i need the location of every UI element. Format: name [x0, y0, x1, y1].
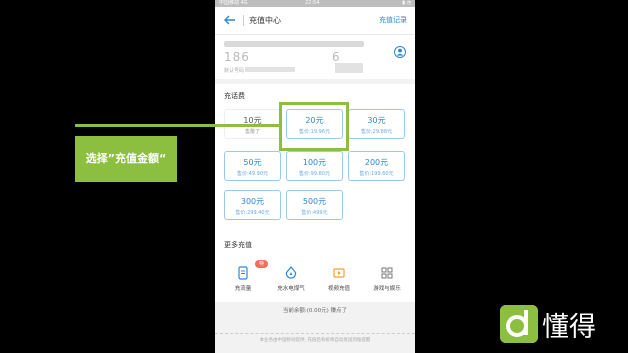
recharge-record-link[interactable]: 充值记录 — [379, 15, 407, 25]
status-bar: 中国移动 4G 22:54 ▮ ◔ — [215, 0, 415, 7]
back-arrow-icon[interactable] — [224, 15, 236, 25]
clock-label: 22:54 — [305, 0, 320, 6]
blurred-text — [245, 67, 295, 72]
option-amount: 200元 — [364, 158, 389, 167]
option-price: 售价:99.80元 — [299, 171, 330, 177]
blurred-text — [224, 41, 364, 47]
amount-option-200[interactable]: 200元 售价:199.60元 — [348, 151, 405, 181]
option-price: 售价:49.90元 — [237, 171, 268, 177]
amount-option-500[interactable]: 500元 售价:499元 — [286, 190, 343, 220]
service-label: 视频充值 — [327, 286, 350, 292]
section-title: 更多充值 — [224, 241, 252, 249]
more-recharge-section: 更多充值 特惠 充流量 充水电煤气 视频充值 游戏与娱乐 — [215, 236, 415, 302]
option-price: 售价:499元 — [301, 210, 328, 216]
amount-option-300[interactable]: 300元 售价:299.40元 — [224, 190, 281, 220]
amount-option-100[interactable]: 100元 售价:99.80元 — [286, 151, 343, 181]
service-utilities[interactable]: 充水电煤气 — [266, 266, 316, 296]
footer-note: 本业务由中国移动提供, 充值后系统将自动发送到账提醒 — [215, 333, 415, 353]
balance-text: 当前余额:(0.00元) 赚点了 — [282, 308, 348, 314]
water-drop-icon — [285, 266, 297, 279]
amount-option-50[interactable]: 50元 售价:49.90元 — [224, 151, 281, 181]
option-amount: 500元 — [302, 197, 327, 206]
contact-icon[interactable] — [394, 46, 406, 58]
option-amount: 300元 — [240, 197, 265, 206]
service-data-plan[interactable]: 特惠 充流量 — [218, 260, 268, 296]
phone-screen: 中国移动 4G 22:54 ▮ ◔ 充值中心 充值记录 186 6 默认号码 充… — [215, 0, 415, 353]
phone-number-input[interactable]: 186 — [224, 50, 250, 64]
service-video[interactable]: 视频充值 — [314, 266, 364, 296]
option-amount: 100元 — [302, 158, 327, 167]
option-price: 售价:29.88元 — [361, 129, 392, 135]
highlight-box — [279, 102, 349, 151]
option-amount: 30元 — [367, 116, 386, 125]
instruction-callout: 选择”充值金额“ — [75, 136, 177, 182]
brand-watermark: 懂得 — [500, 303, 620, 343]
callout-line — [75, 124, 280, 127]
option-price: 售罄了 — [244, 129, 260, 135]
service-label: 游戏与娱乐 — [373, 286, 401, 292]
account-panel: 186 6 默认号码 — [215, 35, 415, 79]
grid-icon — [381, 267, 393, 279]
option-price: 售价:199.60元 — [359, 171, 394, 177]
page-title: 充值中心 — [249, 16, 281, 25]
option-price: 售价:299.40元 — [235, 210, 270, 216]
account-subtext: 默认号码 — [224, 68, 245, 74]
status-icons: ▮ ◔ — [402, 0, 411, 6]
brand-name: 懂得 — [542, 312, 596, 343]
section-title: 充话费 — [224, 92, 245, 100]
option-amount: 50元 — [243, 158, 262, 167]
service-games[interactable]: 游戏与娱乐 — [362, 266, 412, 296]
video-icon — [333, 268, 345, 278]
brand-logo-icon — [500, 305, 538, 343]
nav-bar: 充值中心 充值记录 — [215, 7, 415, 35]
phone-icon — [238, 266, 248, 280]
carrier-label: 中国移动 4G — [219, 0, 248, 6]
amount-option-30[interactable]: 30元 售价:29.88元 — [348, 109, 405, 139]
service-label: 充流量 — [234, 286, 252, 292]
nav-divider — [243, 15, 244, 26]
blurred-text — [335, 63, 363, 73]
service-label: 充水电煤气 — [277, 286, 305, 292]
phone-number-end: 6 — [332, 50, 340, 64]
